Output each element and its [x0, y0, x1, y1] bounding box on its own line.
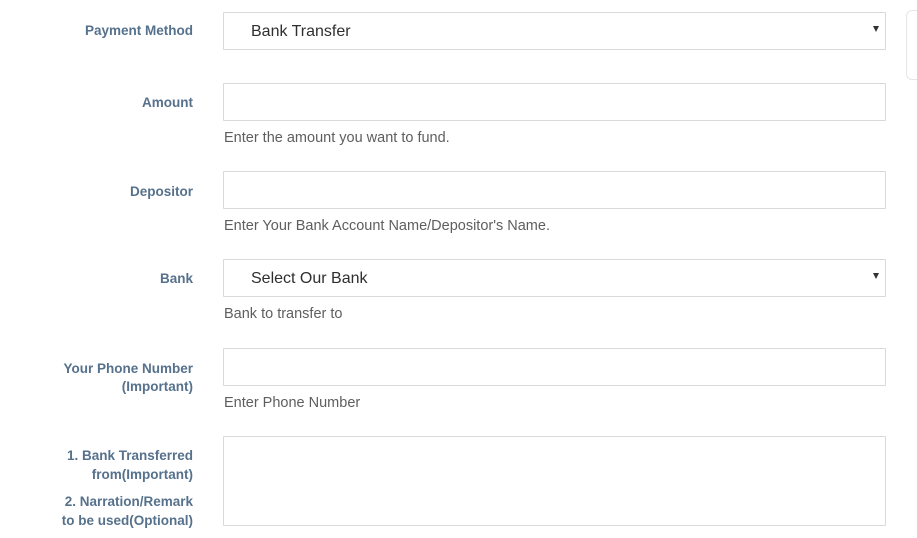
- amount-help: Enter the amount you want to fund.: [224, 130, 450, 146]
- details-label-line1: 1. Bank Transferred: [66, 448, 193, 463]
- details-label: 1. Bank Transferred from(Important) 2. N…: [62, 446, 193, 530]
- details-textarea[interactable]: [223, 436, 886, 526]
- depositor-help: Enter Your Bank Account Name/Depositor's…: [224, 218, 550, 234]
- details-label-line3: 2. Narration/Remark: [64, 494, 193, 509]
- bank-select[interactable]: Select Our Bank: [223, 259, 886, 297]
- side-panel-edge: [906, 10, 917, 80]
- bank-value: Select Our Bank: [251, 270, 368, 287]
- amount-input[interactable]: [223, 83, 886, 121]
- phone-input[interactable]: [223, 348, 886, 386]
- bank-label: Bank: [159, 271, 193, 286]
- details-label-line2: from(Important): [91, 467, 193, 482]
- phone-label: Your Phone Number (Important): [63, 360, 193, 396]
- depositor-input[interactable]: [223, 171, 886, 209]
- depositor-label: Depositor: [129, 184, 193, 199]
- details-label-line4: to be used(Optional): [61, 513, 193, 528]
- caret-down-icon: [873, 273, 879, 279]
- phone-label-line2: (Important): [121, 379, 193, 394]
- phone-label-line1: Your Phone Number: [63, 361, 193, 376]
- payment-method-value: Bank Transfer: [251, 23, 351, 40]
- caret-down-icon: [873, 26, 879, 32]
- bank-help: Bank to transfer to: [224, 306, 343, 322]
- payment-method-select[interactable]: Bank Transfer: [223, 12, 886, 50]
- phone-help: Enter Phone Number: [224, 395, 361, 411]
- amount-label: Amount: [142, 95, 193, 110]
- payment-method-label: Payment Method: [84, 23, 193, 38]
